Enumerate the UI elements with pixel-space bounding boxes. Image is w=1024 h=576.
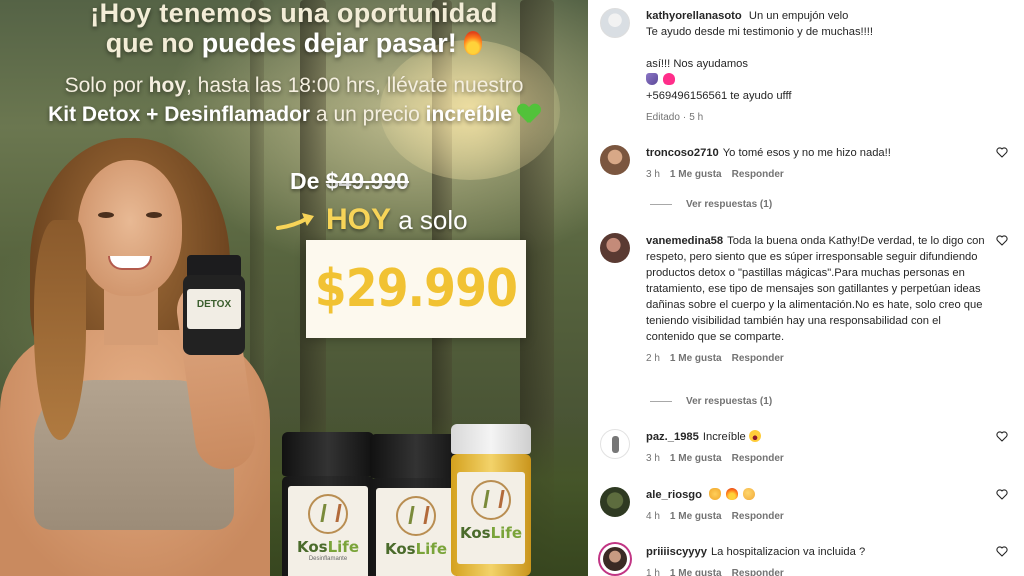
raising-hands-emoji-icon [709, 488, 722, 500]
brand-emblem-icon [308, 494, 348, 534]
sale-price: $29.990 [314, 259, 518, 319]
likes-count[interactable]: 1 Me gusta [670, 453, 722, 464]
today-price-caption: HOY a solo [326, 203, 468, 236]
comment-username[interactable]: priiiiscyyyy [646, 546, 707, 558]
avatar[interactable] [600, 544, 630, 574]
avatar[interactable] [600, 487, 630, 517]
woman-hair-front [34, 220, 86, 440]
green-heart-icon [518, 104, 540, 124]
reply-button[interactable]: Responder [732, 568, 784, 576]
woman-face [78, 160, 182, 296]
comment-text: La hospitalizacion va incluida ? [710, 546, 866, 558]
product-jar-1: KosLife Desinflamante [282, 432, 374, 576]
woman-eye [146, 212, 162, 218]
sale-price-box: $29.990 [306, 240, 526, 338]
clapping-hands-emoji-icon [743, 488, 756, 500]
likes-count[interactable]: 1 Me gusta [670, 511, 722, 522]
comment-meta: 3 h1 Me gusta Responder [646, 169, 784, 180]
comment-meta: 1 h1 Me gusta Responder [646, 566, 990, 576]
avatar[interactable] [600, 8, 630, 38]
promo-subtitle-line1: Solo por hoy, hasta las 18:00 hrs, lléva… [64, 74, 524, 97]
comment-meta: Editado · 5 h [646, 112, 704, 123]
comment-text: Toda la buena onda Kathy!De verdad, te l… [646, 235, 985, 343]
old-price: De $49.990 [290, 168, 409, 194]
likes-count[interactable]: 1 Me gusta [670, 353, 722, 364]
product-jar-3: KosLife [451, 424, 531, 576]
avatar[interactable] [600, 429, 630, 459]
comment-meta: 3 h1 Me gusta Responder [646, 453, 784, 464]
pink-heart-emoji-icon [663, 73, 676, 85]
reply-button[interactable]: Responder [732, 511, 784, 522]
brand-emblem-icon [471, 480, 511, 520]
heart-outline-icon[interactable] [996, 546, 1008, 557]
pray-emoji-icon [646, 73, 658, 85]
brand-emblem-icon [396, 496, 436, 536]
avatar[interactable] [600, 233, 630, 263]
comment-username[interactable]: paz._1985 [646, 431, 699, 443]
comment-username[interactable]: ale_riosgo [646, 489, 702, 501]
held-bottle: DETOX [183, 255, 245, 355]
comment-username[interactable]: vanemedina58 [646, 235, 723, 247]
likes-count[interactable]: 1 Me gusta [670, 568, 722, 576]
comment-text: Yo tomé esos y no me hizo nada!! [722, 147, 891, 159]
woman-eye [98, 212, 114, 218]
comment-meta: 2 h1 Me gusta Responder [646, 353, 784, 364]
arrow-icon [276, 213, 314, 230]
comment-text: así!!! Nos ayudamos [646, 58, 748, 70]
comment-text: +569496156561 te ayudo ufff [646, 90, 792, 102]
avatar[interactable] [600, 145, 630, 175]
promo-headline-line2: que no puedes dejar pasar! [0, 28, 588, 59]
promo-subtitle-line2: Kit Detox + Desinflamador a un precio in… [0, 103, 588, 127]
emoji-row [646, 72, 1008, 88]
comment-username[interactable]: troncoso2710 [646, 147, 719, 159]
heart-outline-icon[interactable] [996, 235, 1008, 246]
view-replies-button[interactable]: Ver respuestas (1) [650, 199, 772, 210]
post-image[interactable]: ¡Hoy tenemos una oportunidad que no pued… [0, 0, 588, 576]
product-jar-2: KosLife [370, 434, 462, 576]
comment-text: Te ayudo desde mi testimonio y de muchas… [646, 26, 873, 38]
comments-panel[interactable]: kathyorellanasoto Un un empujón velo Te … [588, 0, 1024, 576]
fire-emoji-icon [726, 488, 739, 500]
comment-text: Increíble [702, 431, 746, 443]
reply-button[interactable]: Responder [732, 353, 784, 364]
likes-count[interactable]: 1 Me gusta [670, 169, 722, 180]
heart-outline-icon[interactable] [996, 431, 1008, 442]
reply-button[interactable]: Responder [732, 453, 784, 464]
view-replies-button[interactable]: Ver respuestas (1) [650, 396, 772, 407]
comment-meta: 4 h1 Me gusta Responder [646, 511, 784, 522]
scream-emoji-icon [748, 430, 761, 442]
comment-username[interactable]: kathyorellanasoto [646, 10, 742, 22]
reply-button[interactable]: Responder [732, 169, 784, 180]
promo-headline-line1: ¡Hoy tenemos una oportunidad [90, 0, 498, 28]
comment-text: Un un empujón velo [748, 10, 849, 22]
heart-outline-icon[interactable] [996, 489, 1008, 500]
heart-outline-icon[interactable] [996, 147, 1008, 158]
fire-icon [464, 31, 483, 55]
